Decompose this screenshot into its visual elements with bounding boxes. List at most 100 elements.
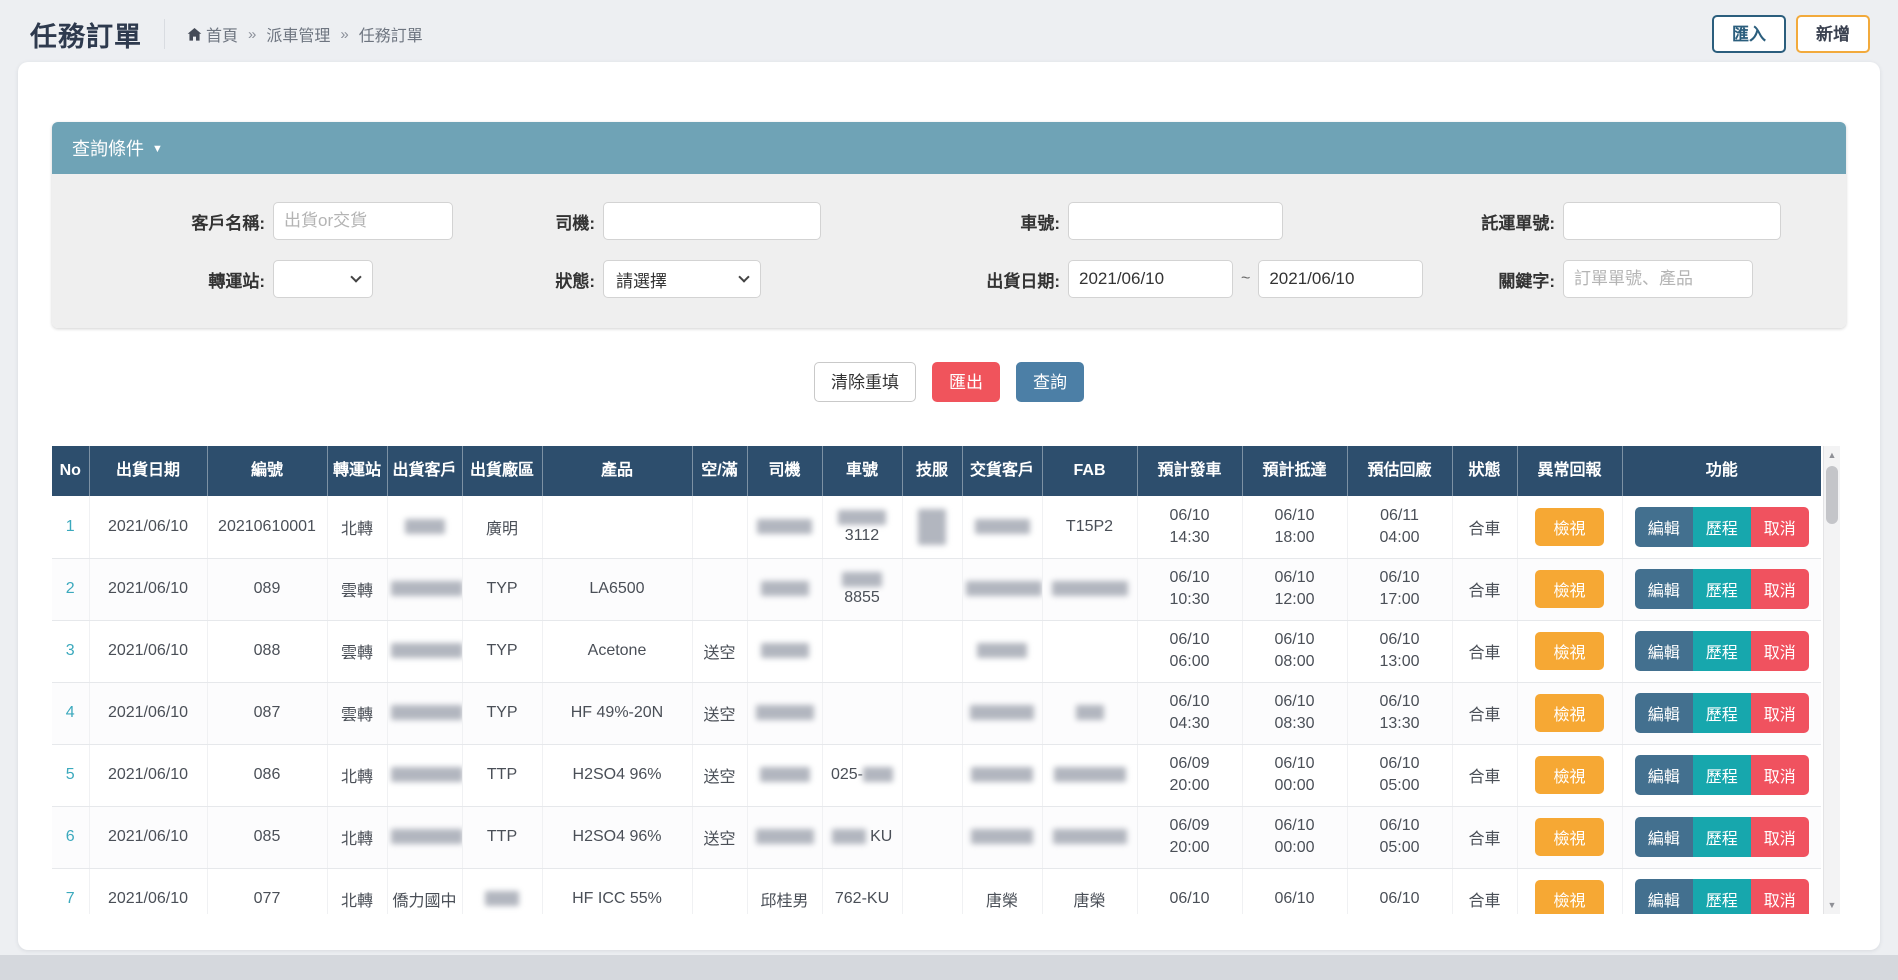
cell-est-return: 06/1005:00 [1347,806,1452,868]
cancel-button[interactable]: 取消 [1751,569,1809,609]
cell-ship-date: 2021/06/10 [89,868,207,914]
cell-fab [1042,620,1137,682]
row-number-link[interactable]: 2 [66,580,75,597]
status-label: 狀態: [498,267,603,292]
edit-button[interactable]: 編輯 [1635,569,1693,609]
view-report-button[interactable]: 檢視 [1535,694,1603,732]
scrollbar-thumb[interactable] [1826,466,1838,524]
cell-truck-no: 762-KU [822,868,902,914]
cancel-button[interactable]: 取消 [1751,817,1809,857]
view-report-button[interactable]: 檢視 [1535,508,1603,546]
cell-empty-full: 送空 [692,744,747,806]
column-header-order-code: 編號 [207,446,327,496]
driver-input[interactable] [603,202,821,240]
view-report-button[interactable]: 檢視 [1535,632,1603,670]
cancel-button[interactable]: 取消 [1751,507,1809,547]
breadcrumb-item-dispatch[interactable]: 派車管理 [266,22,330,46]
column-header-report: 異常回報 [1517,446,1622,496]
vertical-scrollbar[interactable]: ▲ ▼ [1823,446,1840,914]
cell-ship-factory: TYP [462,558,542,620]
table-row: 62021/06/10085北轉TTPH2SO4 96%送空 KU06/0920… [52,806,1821,868]
history-button[interactable]: 歷程 [1693,631,1751,671]
keyword-input[interactable] [1563,260,1753,298]
clear-button[interactable]: 清除重填 [814,362,916,402]
truck-no-input[interactable] [1068,202,1283,240]
edit-button[interactable]: 編輯 [1635,755,1693,795]
view-report-button[interactable]: 檢視 [1535,756,1603,794]
cell-est-return: 06/1017:00 [1347,558,1452,620]
cell-delivery-customer [962,682,1042,744]
import-button[interactable]: 匯入 [1712,15,1786,53]
edit-button[interactable]: 編輯 [1635,631,1693,671]
cancel-button[interactable]: 取消 [1751,879,1809,914]
edit-button[interactable]: 編輯 [1635,879,1693,914]
redacted-text [761,643,809,658]
orders-table-viewport: No出貨日期編號轉運站出貨客戶出貨廠區產品空/滿司機車號技服交貨客戶FAB預計發… [52,446,1840,914]
breadcrumb-home[interactable]: 首頁 [187,22,238,46]
view-report-button[interactable]: 檢視 [1535,818,1603,856]
cell-product: H2SO4 96% [542,744,692,806]
transfer-station-select[interactable] [273,260,373,298]
redacted-text [971,829,1033,844]
redacted-text [918,509,946,545]
cell-abnormal-report: 檢視 [1517,806,1622,868]
history-button[interactable]: 歷程 [1693,569,1751,609]
cell-delivery-customer [962,496,1042,558]
title-divider [164,19,165,49]
redacted-text [1054,767,1126,782]
cancel-button[interactable]: 取消 [1751,631,1809,671]
column-header-fab: FAB [1042,446,1137,496]
topbar-actions: 匯入 新增 [1712,15,1870,53]
history-button[interactable]: 歷程 [1693,755,1751,795]
waybill-input[interactable] [1563,202,1781,240]
cell-order-code: 085 [207,806,327,868]
edit-button[interactable]: 編輯 [1635,507,1693,547]
date-to-input[interactable] [1258,260,1423,298]
edit-button[interactable]: 編輯 [1635,817,1693,857]
search-button[interactable]: 查詢 [1016,362,1084,402]
history-button[interactable]: 歷程 [1693,817,1751,857]
column-header-product: 產品 [542,446,692,496]
column-header-driver: 司機 [747,446,822,496]
redacted-text [485,891,519,906]
customer-name-input[interactable] [273,202,453,240]
breadcrumb-home-label: 首頁 [206,22,238,46]
row-number-link[interactable]: 1 [66,518,75,535]
collapse-caret-icon: ▼ [152,143,163,155]
cell-tech-service [902,496,962,558]
history-button[interactable]: 歷程 [1693,507,1751,547]
breadcrumb-separator-icon: » [340,26,348,43]
cell-truck-no: KU [822,806,902,868]
add-button[interactable]: 新增 [1796,15,1870,53]
row-number-link[interactable]: 4 [66,704,75,721]
history-button[interactable]: 歷程 [1693,693,1751,733]
cell-actions: 編輯歷程取消 [1622,558,1821,620]
cancel-button[interactable]: 取消 [1751,693,1809,733]
date-from-input[interactable] [1068,260,1233,298]
row-number-link[interactable]: 3 [66,642,75,659]
cell-truck-no: 025- [822,744,902,806]
scroll-up-icon[interactable]: ▲ [1824,446,1840,464]
row-number-link[interactable]: 7 [66,890,75,907]
cell-truck-no [822,620,902,682]
row-number-link[interactable]: 6 [66,828,75,845]
edit-button[interactable]: 編輯 [1635,693,1693,733]
query-panel-header[interactable]: 查詢條件 ▼ [52,122,1846,174]
cell-ship-customer [387,558,462,620]
redacted-text [1052,581,1128,596]
history-button[interactable]: 歷程 [1693,879,1751,914]
cell-est-depart: 06/10 [1137,868,1242,914]
view-report-button[interactable]: 檢視 [1535,570,1603,608]
cancel-button[interactable]: 取消 [1751,755,1809,795]
cell-transfer-station: 北轉 [327,868,387,914]
redacted-text [391,705,463,720]
row-number-link[interactable]: 5 [66,766,75,783]
redacted-text [405,519,445,534]
scroll-down-icon[interactable]: ▼ [1824,896,1840,914]
cell-fab [1042,682,1137,744]
column-header-truck-no: 車號 [822,446,902,496]
redacted-text [391,767,463,782]
export-button[interactable]: 匯出 [932,362,1000,402]
status-select[interactable]: 請選擇 [603,260,761,298]
view-report-button[interactable]: 檢視 [1535,880,1603,914]
